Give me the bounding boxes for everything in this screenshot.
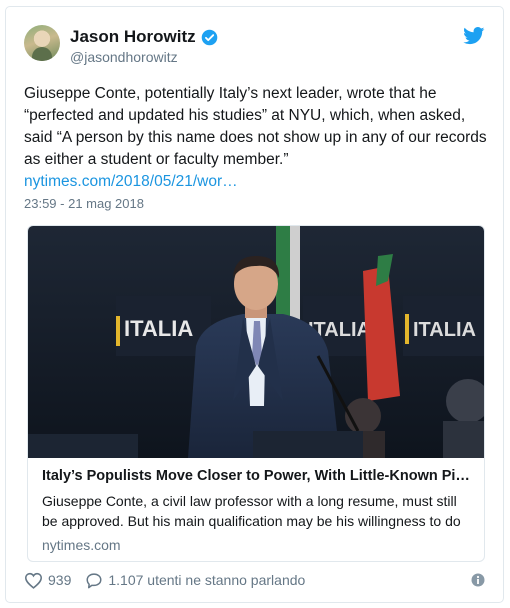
- likes-count: 939: [48, 572, 72, 588]
- heart-icon: [24, 572, 43, 589]
- likes-stat[interactable]: 939: [24, 572, 71, 589]
- conversation-stat[interactable]: 1.107 utenti ne stanno parlando: [85, 572, 305, 589]
- speech-bubble-icon: [86, 572, 102, 588]
- author-block: Jason Horowitz @jasondhorowitz: [70, 27, 218, 66]
- card-body: Italy’s Populists Move Closer to Power, …: [28, 458, 484, 561]
- link-card[interactable]: ITALIA ITALIA ITALIA Italy’s Populists M…: [27, 225, 485, 562]
- twitter-bird-icon[interactable]: [463, 27, 485, 45]
- photo-sign-text-3: ITALIA: [413, 319, 476, 341]
- info-icon[interactable]: [471, 573, 485, 587]
- photo-sign-text-1: ITALIA: [124, 316, 193, 341]
- card-photo: ITALIA ITALIA ITALIA: [28, 226, 484, 458]
- card-description: Giuseppe Conte, a civil law professor wi…: [42, 493, 461, 529]
- conversation-count: 1.107 utenti ne stanno parlando: [108, 572, 306, 588]
- card-title[interactable]: Italy’s Populists Move Closer to Power, …: [42, 466, 472, 486]
- tweet-header: Jason Horowitz @jasondhorowitz: [24, 25, 485, 73]
- tweet-footer: 939 1.107 utenti ne stanno parlando: [24, 569, 485, 591]
- verified-badge-icon: [201, 29, 217, 45]
- tweet-embed: Jason Horowitz @jasondhorowitz Giuseppe …: [5, 6, 504, 603]
- tweet-text: Giuseppe Conte, potentially Italy’s next…: [24, 83, 494, 193]
- avatar[interactable]: [24, 25, 60, 61]
- author-handle[interactable]: @jasondhorowitz: [70, 48, 218, 66]
- author-name[interactable]: Jason Horowitz: [70, 27, 196, 47]
- card-domain: nytimes.com: [42, 537, 121, 553]
- tweet-timestamp[interactable]: 23:59 - 21 mag 2018: [24, 196, 144, 211]
- tweet-link[interactable]: nytimes.com/2018/05/21/wor…: [24, 173, 238, 190]
- tweet-body: Giuseppe Conte, potentially Italy’s next…: [24, 85, 487, 168]
